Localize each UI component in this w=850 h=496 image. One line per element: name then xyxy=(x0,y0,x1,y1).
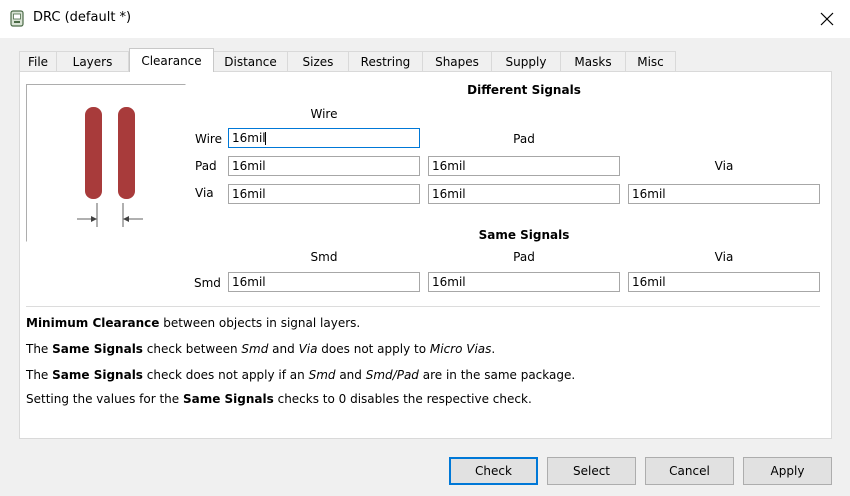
note-minimum-clearance: Minimum Clearance between objects in sig… xyxy=(26,316,361,330)
same-column-header-pad: Pad xyxy=(513,250,535,264)
select-button[interactable]: Select xyxy=(547,457,636,485)
via-via-clearance-input[interactable]: 16mil xyxy=(628,184,820,204)
row-label-via: Via xyxy=(195,186,214,200)
different-signals-heading: Different Signals xyxy=(467,83,581,97)
same-column-header-smd: Smd xyxy=(310,250,338,264)
tab-masks[interactable]: Masks xyxy=(560,51,626,71)
tab-sizes[interactable]: Sizes xyxy=(287,51,349,71)
smd-via-clearance-input[interactable]: 16mil xyxy=(628,272,820,292)
close-icon xyxy=(820,12,834,26)
tab-file[interactable]: File xyxy=(19,51,57,71)
note-same-package: The Same Signals check does not apply if… xyxy=(26,368,576,382)
apply-button[interactable]: Apply xyxy=(743,457,832,485)
tab-restring[interactable]: Restring xyxy=(348,51,423,71)
tab-clearance[interactable]: Clearance xyxy=(129,48,214,72)
via-pad-clearance-input[interactable]: 16mil xyxy=(428,184,620,204)
row-label-wire: Wire xyxy=(195,132,222,146)
app-icon xyxy=(10,10,24,27)
clearance-illustration xyxy=(77,107,143,227)
wire-wire-clearance-value: 16mil xyxy=(232,131,266,145)
tab-layers[interactable]: Layers xyxy=(56,51,129,71)
tab-distance[interactable]: Distance xyxy=(213,51,288,71)
pad-pad-clearance-input[interactable]: 16mil xyxy=(428,156,620,176)
tab-misc[interactable]: Misc xyxy=(625,51,676,71)
divider xyxy=(26,306,820,307)
tab-supply[interactable]: Supply xyxy=(491,51,561,71)
column-header-wire: Wire xyxy=(310,107,338,121)
row-label-pad: Pad xyxy=(195,159,217,173)
window-title: DRC (default *) xyxy=(33,10,132,25)
check-button[interactable]: Check xyxy=(449,457,538,485)
same-row-label-smd: Smd xyxy=(194,276,221,290)
via-wire-clearance-input[interactable]: 16mil xyxy=(228,184,420,204)
wire-wire-clearance-input[interactable]: 16mil xyxy=(228,128,420,148)
note-disable-check: Setting the values for the Same Signals … xyxy=(26,392,532,406)
clearance-preview xyxy=(26,84,186,242)
column-header-via: Via xyxy=(714,159,734,173)
same-signals-heading: Same Signals xyxy=(478,228,570,242)
same-column-header-via: Via xyxy=(714,250,734,264)
column-header-pad: Pad xyxy=(513,132,535,146)
pad-wire-clearance-input[interactable]: 16mil xyxy=(228,156,420,176)
smd-smd-clearance-input[interactable]: 16mil xyxy=(228,272,420,292)
cancel-button[interactable]: Cancel xyxy=(645,457,734,485)
note-micro-vias: The Same Signals check between Smd and V… xyxy=(26,342,496,356)
close-button[interactable] xyxy=(810,4,844,34)
smd-pad-clearance-input[interactable]: 16mil xyxy=(428,272,620,292)
tab-shapes[interactable]: Shapes xyxy=(422,51,492,71)
text-caret xyxy=(265,132,266,145)
